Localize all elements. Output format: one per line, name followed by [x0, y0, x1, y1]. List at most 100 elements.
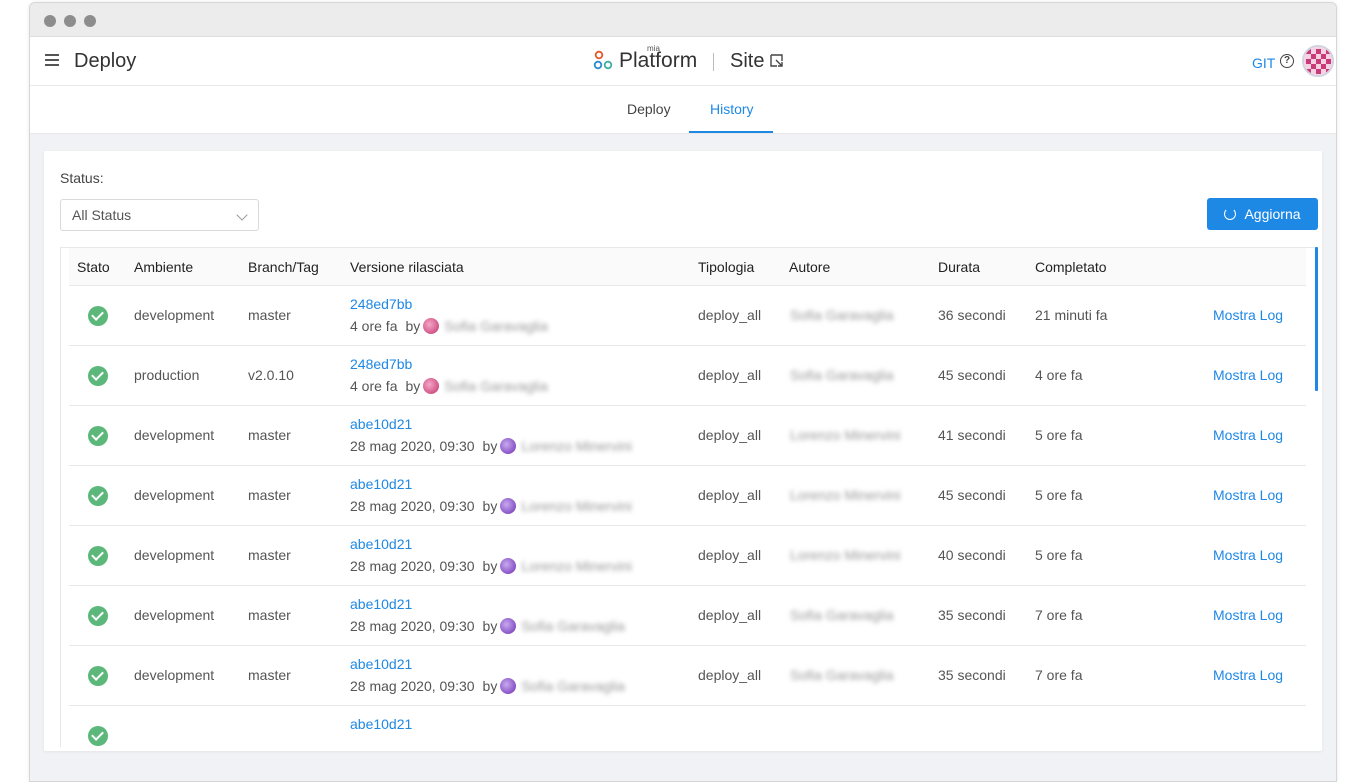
- completed-cell: 5 ore fa: [1035, 427, 1083, 443]
- version-meta: 28 mag 2020, 09:30 by Sofia Garavaglia: [350, 618, 625, 634]
- completed-cell: 5 ore fa: [1035, 547, 1083, 563]
- external-link-icon[interactable]: [770, 54, 784, 68]
- refresh-button-label: Aggiorna: [1244, 206, 1301, 222]
- show-log-link[interactable]: Mostra Log: [1213, 607, 1283, 623]
- by-label: by: [482, 678, 498, 694]
- branch-cell: master: [248, 607, 291, 623]
- type-cell: deploy_all: [698, 607, 762, 623]
- author-name-blurred: Lorenzo Minervini: [521, 498, 632, 514]
- duration-cell: 45 secondi: [938, 487, 1006, 503]
- duration-cell: 45 secondi: [938, 367, 1006, 383]
- show-log-link[interactable]: Mostra Log: [1213, 667, 1283, 683]
- table-scrollbar[interactable]: [1315, 247, 1318, 391]
- table-row: abe10d21: [69, 706, 1306, 751]
- completed-cell: 21 minuti fa: [1035, 307, 1108, 323]
- release-time: 28 mag 2020, 09:30: [350, 498, 475, 514]
- show-log-link[interactable]: Mostra Log: [1213, 367, 1283, 383]
- release-time: 28 mag 2020, 09:30: [350, 678, 475, 694]
- status-filter-select[interactable]: All Status: [60, 199, 259, 231]
- version-link[interactable]: abe10d21: [350, 476, 412, 492]
- author-name-blurred: Lorenzo Minervini: [521, 438, 632, 454]
- column-header-autore: Autore: [789, 259, 831, 275]
- version-link[interactable]: 248ed7bb: [350, 356, 412, 372]
- table-row: development master abe10d21 28 mag 2020, 09…: [69, 406, 1306, 466]
- table-header: Stato Ambiente Branch/Tag Versione rilas…: [69, 248, 1306, 286]
- project-name[interactable]: Site: [730, 50, 764, 73]
- show-log-link[interactable]: Mostra Log: [1213, 547, 1283, 563]
- column-header-ambiente: Ambiente: [134, 259, 194, 275]
- git-link[interactable]: GIT: [1252, 55, 1275, 71]
- column-header-durata: Durata: [938, 259, 981, 275]
- tab-history[interactable]: History: [710, 101, 754, 117]
- type-cell: deploy_all: [698, 667, 762, 683]
- version-link[interactable]: abe10d21: [350, 536, 412, 552]
- author-name-blurred: Lorenzo Minervini: [521, 558, 632, 574]
- success-status-icon: [88, 606, 108, 626]
- by-label: by: [482, 498, 498, 514]
- author-name-blurred: Sofia Garavaglia: [521, 618, 625, 634]
- show-log-link[interactable]: Mostra Log: [1213, 307, 1283, 323]
- type-cell: deploy_all: [698, 367, 762, 383]
- reload-icon: [1224, 208, 1237, 220]
- tab-deploy[interactable]: Deploy: [627, 101, 671, 117]
- deploy-history-table: Stato Ambiente Branch/Tag Versione rilas…: [60, 247, 1316, 747]
- author-name-blurred: Sofia Garavaglia: [444, 378, 548, 394]
- version-link[interactable]: 248ed7bb: [350, 296, 412, 312]
- duration-cell: 35 secondi: [938, 607, 1006, 623]
- author-cell: Sofia Garavaglia: [790, 667, 894, 683]
- duration-cell: 41 secondi: [938, 427, 1006, 443]
- show-log-link[interactable]: Mostra Log: [1213, 427, 1283, 443]
- window-close-dot[interactable]: [44, 15, 56, 27]
- refresh-button[interactable]: Aggiorna: [1207, 198, 1318, 230]
- success-status-icon: [88, 366, 108, 386]
- duration-cell: 36 secondi: [938, 307, 1006, 323]
- version-link[interactable]: abe10d21: [350, 596, 412, 612]
- page-title: Deploy: [74, 50, 137, 72]
- by-label: by: [482, 558, 498, 574]
- mia-platform-logo[interactable]: mia Platform: [593, 44, 697, 76]
- duration-cell: 35 secondi: [938, 667, 1006, 683]
- version-link[interactable]: abe10d21: [350, 716, 412, 732]
- version-link[interactable]: abe10d21: [350, 416, 412, 432]
- completed-cell: 4 ore fa: [1035, 367, 1083, 383]
- branch-cell: v2.0.10: [248, 367, 294, 383]
- show-log-link[interactable]: Mostra Log: [1213, 487, 1283, 503]
- window-maximize-dot[interactable]: [84, 15, 96, 27]
- type-cell: deploy_all: [698, 427, 762, 443]
- table-row: development master abe10d21 28 mag 2020, 09…: [69, 526, 1306, 586]
- history-card: Status: All Status Aggiorna Stato Ambien…: [44, 151, 1322, 751]
- author-avatar-icon: [500, 678, 517, 694]
- status-filter-value: All Status: [72, 207, 132, 223]
- author-avatar-icon: [423, 378, 440, 394]
- tab-bar: Deploy History: [30, 86, 1336, 134]
- completed-cell: 7 ore fa: [1035, 607, 1083, 623]
- help-icon[interactable]: ?: [1280, 54, 1294, 68]
- logo-text: mia Platform: [619, 44, 697, 73]
- table-row: development master abe10d21 28 mag 2020, 09…: [69, 466, 1306, 526]
- env-cell: production: [134, 367, 200, 383]
- user-avatar[interactable]: [1302, 45, 1334, 77]
- window-minimize-dot[interactable]: [64, 15, 76, 27]
- by-label: by: [482, 618, 498, 634]
- column-header-completato: Completato: [1035, 259, 1107, 275]
- author-cell: Sofia Garavaglia: [790, 307, 894, 323]
- release-time: 28 mag 2020, 09:30: [350, 618, 475, 634]
- column-header-tipologia: Tipologia: [698, 259, 755, 275]
- success-status-icon: [88, 546, 108, 566]
- completed-cell: 5 ore fa: [1035, 487, 1083, 503]
- table-row: development master abe10d21 28 mag 2020, 09…: [69, 646, 1306, 706]
- env-cell: development: [134, 487, 215, 503]
- version-meta: 28 mag 2020, 09:30 by Lorenzo Minervini: [350, 438, 632, 454]
- success-status-icon: [88, 306, 108, 326]
- success-status-icon: [88, 726, 108, 746]
- version-link[interactable]: abe10d21: [350, 656, 412, 672]
- hamburger-menu-icon[interactable]: [45, 54, 59, 66]
- success-status-icon: [88, 486, 108, 506]
- by-label: by: [482, 438, 498, 454]
- env-cell: development: [134, 667, 215, 683]
- branch-cell: master: [248, 487, 291, 503]
- env-cell: development: [134, 427, 215, 443]
- success-status-icon: [88, 426, 108, 446]
- by-label: by: [405, 378, 421, 394]
- logo-icon: [593, 50, 613, 70]
